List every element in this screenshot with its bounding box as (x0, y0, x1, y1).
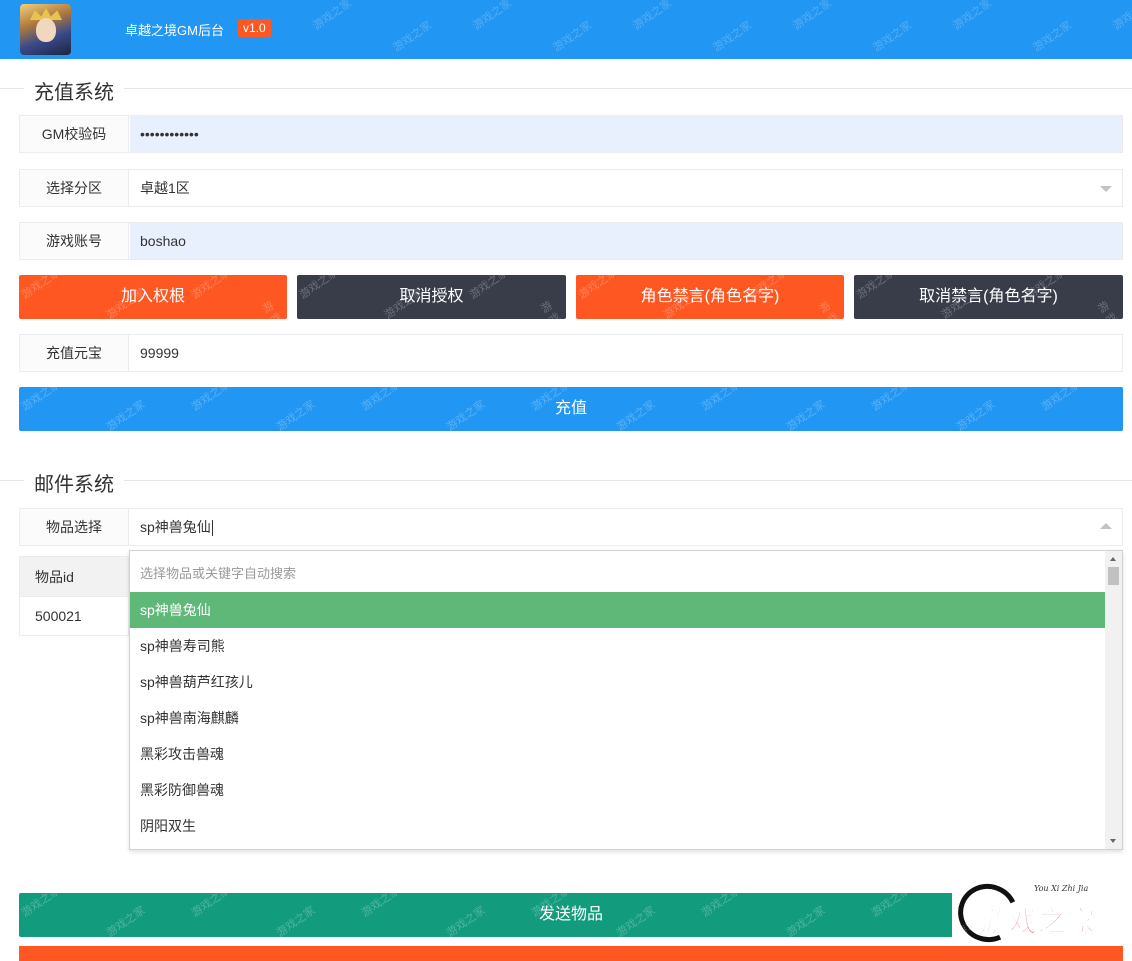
text-cursor (211, 520, 213, 537)
watermark-text: 游戏之家 (954, 904, 998, 937)
scroll-up-icon[interactable] (1110, 557, 1116, 561)
watermark-text: 游戏之家 (311, 0, 355, 33)
add-permission-button[interactable]: 游戏之家 游戏之家 游戏之家 游戏之家 加入权根 (19, 275, 287, 319)
cancel-auth-button[interactable]: 游戏之家 游戏之家 游戏之家 游戏之家 取消授权 (297, 275, 566, 319)
header-watermark: 游戏之家 游戏之家 游戏之家 游戏之家 游戏之家 游戏之家 游戏之家 游戏之家 游戏之家 游戏之家… (300, 0, 1132, 59)
watermark-text: 游戏之家 (854, 275, 898, 302)
item-dropdown: 选择物品或关键字自动搜索 sp神兽兔仙 sp神兽寿司熊 sp神兽葫芦红孩儿 sp… (129, 550, 1123, 850)
item-select-row: 物品选择 sp神兽兔仙 (19, 508, 1123, 546)
scroll-thumb[interactable] (1108, 567, 1119, 585)
server-select[interactable]: 卓越1区 (130, 170, 1122, 206)
watermark-text: 游戏之家 (19, 387, 63, 414)
gm-code-row: GM校验码 •••••••••••• (19, 115, 1123, 153)
watermark-text: 游戏之家 (104, 904, 148, 937)
watermark-text: 游戏之家 (1031, 19, 1075, 55)
watermark-text: 游戏之家 (576, 275, 620, 302)
recharge-button[interactable]: 游戏之家 游戏之家 游戏之家 游戏之家 游戏之家 游戏之家 游戏之家 游戏之家 游戏之家 游戏之家… (19, 387, 1123, 431)
watermark-text: 游戏之家 (359, 387, 403, 414)
mail-section-legend: 邮件系统 (0, 468, 1132, 497)
watermark-text: 游戏之家 (631, 0, 675, 33)
app-title: 卓越之境GM后台 (125, 23, 224, 38)
account-input[interactable]: boshao (130, 223, 1122, 259)
dropdown-scrollbar[interactable] (1105, 551, 1122, 849)
amount-input[interactable]: 99999 (130, 335, 1122, 371)
dropdown-option[interactable]: sp神兽葫芦红孩儿 (130, 664, 1106, 700)
server-select-row: 选择分区 卓越1区 (19, 169, 1123, 207)
watermark-text: 游戏之家 (274, 398, 318, 431)
item-search-input[interactable]: sp神兽兔仙 (130, 509, 1122, 545)
watermark-text: 游戏之家 (1039, 893, 1083, 920)
watermark-text: 游戏之家 (444, 904, 488, 937)
scroll-down-icon[interactable] (1110, 839, 1116, 843)
amount-row: 充值元宝 99999 (19, 334, 1123, 372)
watermark-text: 游戏之家 (1096, 299, 1120, 319)
dropdown-option[interactable]: sp神兽兔仙 (130, 592, 1106, 628)
mail-section-title: 邮件系统 (24, 468, 124, 497)
item-id-table: 物品id 500021 (19, 556, 129, 636)
watermark-text: 游戏之家 (784, 398, 828, 431)
watermark-text: 游戏之家 (539, 299, 563, 319)
watermark-text: 游戏之家 (297, 275, 341, 302)
version-badge: v1.0 (238, 19, 271, 37)
logo-pinyin: You Xi Zhi Jia (1034, 884, 1089, 893)
watermark-text: 游戏之家 (467, 275, 511, 302)
watermark-text: 游戏之家 (551, 19, 595, 55)
watermark-text: 游戏之家 (711, 19, 755, 55)
dropdown-option[interactable]: sp神兽南海麒麟 (130, 700, 1106, 736)
dropdown-option[interactable]: 黑彩防御兽魂 (130, 772, 1106, 808)
watermark-text: 游戏之家 (1039, 387, 1083, 414)
watermark-text: 游戏之家 (951, 0, 995, 33)
watermark-text: 游戏之家 (699, 893, 743, 920)
watermark-text: 游戏之家 (391, 19, 435, 55)
dropdown-option[interactable]: sp神兽寿司熊 (130, 628, 1106, 664)
watermark-text: 游戏之家 (791, 0, 835, 33)
watermark-text: 游戏之家 (614, 398, 658, 431)
gm-code-label: GM校验码 (20, 116, 129, 152)
dropdown-placeholder: 选择物品或关键字自动搜索 (140, 566, 297, 581)
recharge-section-title: 充值系统 (24, 76, 124, 105)
watermark-text: 游戏之家 (359, 893, 403, 920)
caret-up-icon[interactable] (1100, 523, 1112, 529)
watermark-text: 游戏之家 (614, 904, 658, 937)
top-header: 卓越之境GM后台 v1.0 游戏之家 游戏之家 游戏之家 游戏之家 游戏之家 游戏之家 游戏… (0, 0, 1132, 59)
watermark-text: 游戏之家 (189, 893, 233, 920)
caret-down-icon[interactable] (1100, 186, 1112, 192)
server-select-label: 选择分区 (20, 170, 129, 206)
watermark-text: 游戏之家 (19, 893, 63, 920)
watermark-text: 游戏之家 (784, 904, 828, 937)
watermark-text: 游戏之家 (19, 275, 63, 302)
amount-label: 充值元宝 (20, 335, 129, 371)
watermark-text: 游戏之家 (871, 19, 915, 55)
item-select-label: 物品选择 (20, 509, 129, 545)
item-id-value: 500021 (35, 608, 82, 624)
watermark-text: 游戏之家 (817, 299, 842, 319)
account-label: 游戏账号 (20, 223, 129, 259)
watermark-text: 游戏之家 (471, 0, 515, 33)
game-avatar-icon (20, 4, 71, 55)
watermark-text: 游戏之家 (104, 398, 148, 431)
watermark-text: 游戏之家 (1111, 0, 1132, 33)
bottom-orange-button[interactable] (19, 946, 1123, 961)
watermark-text: 游戏之家 (260, 299, 285, 319)
watermark-text: 游戏之家 (274, 904, 318, 937)
watermark-text: 游戏之家 (444, 398, 488, 431)
watermark-text: 游戏之家 (189, 275, 233, 302)
watermark-text: 游戏之家 (189, 387, 233, 414)
watermark-text: 游戏之家 (954, 398, 998, 431)
account-row: 游戏账号 boshao (19, 222, 1123, 260)
mute-role-button[interactable]: 游戏之家 游戏之家 游戏之家 游戏之家 角色禁言(角色名字) (576, 275, 844, 319)
recharge-section-legend: 充值系统 (0, 76, 1132, 105)
watermark-text: 游戏之家 (869, 893, 913, 920)
dropdown-option[interactable]: 阴阳双生 (130, 808, 1106, 844)
gm-code-input[interactable]: •••••••••••• (130, 116, 1122, 152)
unmute-role-button[interactable]: 游戏之家 游戏之家 游戏之家 游戏之家 取消禁言(角色名字) (854, 275, 1123, 319)
dropdown-option[interactable]: 黑彩攻击兽魂 (130, 736, 1106, 772)
item-id-header: 物品id (20, 557, 128, 597)
watermark-text: 游戏之家 (699, 387, 743, 414)
watermark-text: 游戏之家 (869, 387, 913, 414)
face-shape (36, 18, 56, 42)
send-item-button[interactable]: 游戏之家 游戏之家 游戏之家 游戏之家 游戏之家 游戏之家 游戏之家 游戏之家 游戏之家 游戏之家… (19, 893, 1123, 937)
